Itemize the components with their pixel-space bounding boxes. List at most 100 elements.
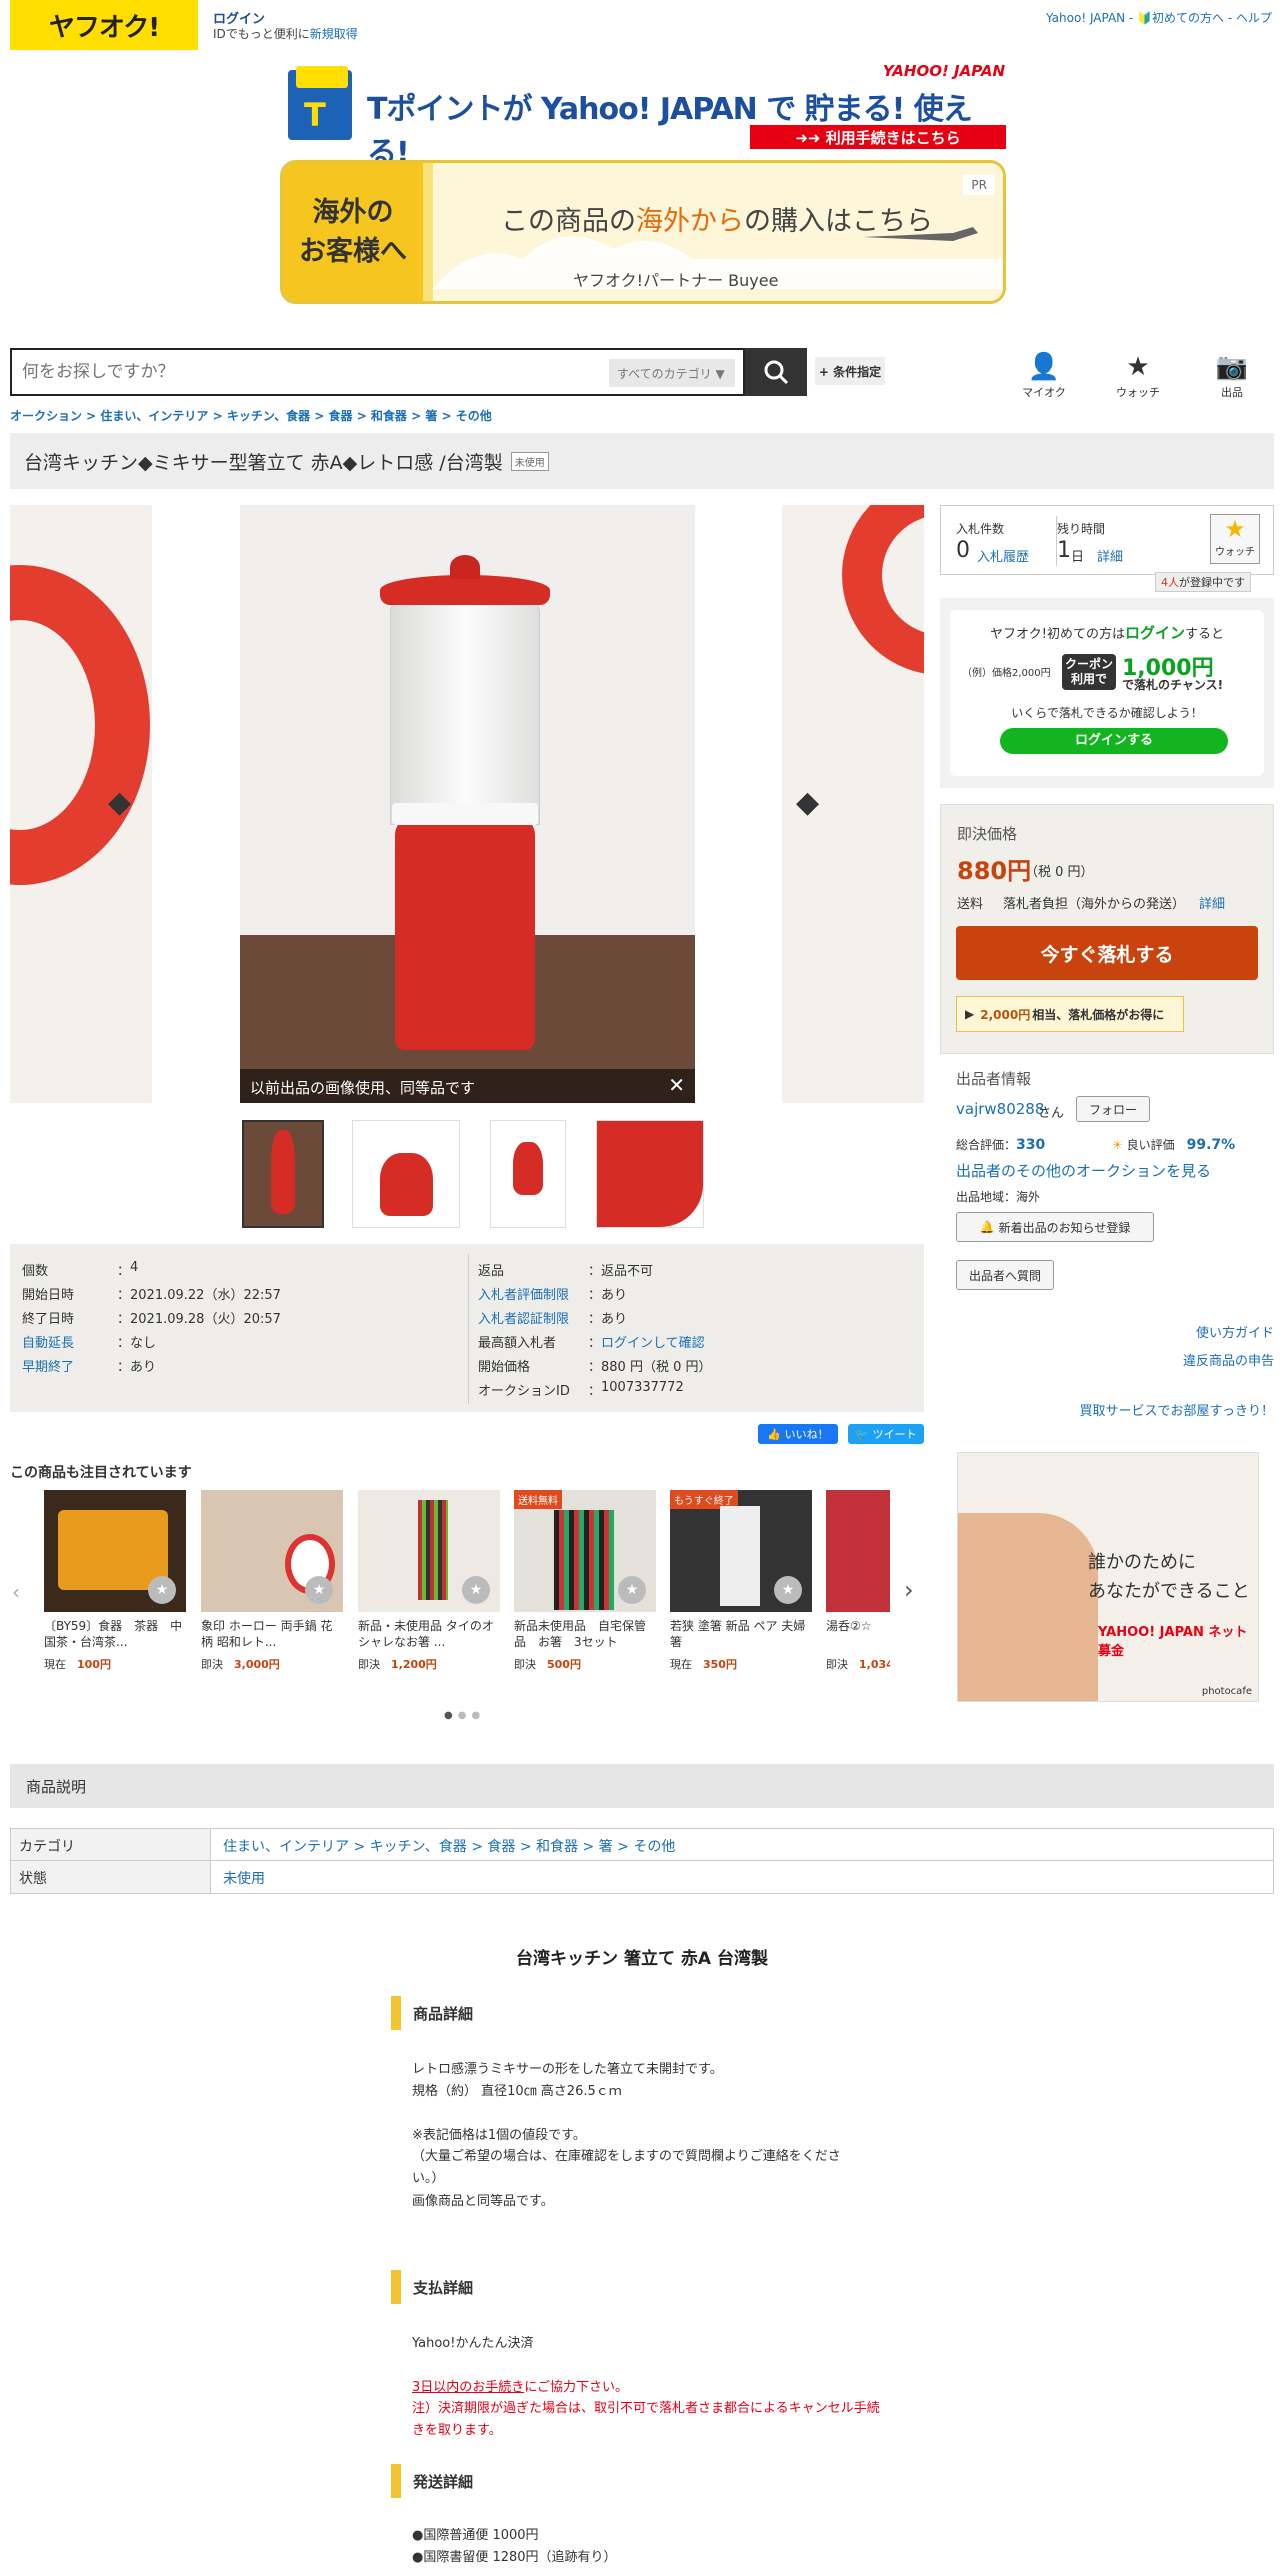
condition-badge: 未使用 [510, 451, 549, 471]
overseas-headline: この商品の海外からの購入はこちら [501, 199, 933, 238]
category-row: カテゴリ 住まい、インテリア > キッチン、食器 > 食器 > 和食器 > 箸 >… [11, 1829, 1273, 1861]
report-link[interactable]: 違反商品の申告 [1183, 1350, 1274, 1369]
overseas-banner[interactable]: この商品の海外からの購入はこちら ヤフオク!パートナー Buyee PR 海外の… [280, 160, 1006, 304]
item-title-bar: 台湾キッチン◆ミキサー型箸立て 赤A◆レトロ感 /台湾製 未使用 [10, 433, 1274, 489]
early-end-link[interactable]: 早期終了 [22, 1356, 117, 1380]
myauction-label: マイオク [1022, 386, 1066, 399]
state-value-link[interactable]: 未使用 [211, 1861, 277, 1893]
breadcrumb[interactable]: オークション > 住まい、インテリア > キッチン、食器 > 食器 > 和食器 … [10, 407, 492, 424]
recommend-item[interactable]: ★ 象印 ホーロー 両手鍋 花柄 昭和レト... 即決 3,000円 [201, 1490, 343, 1672]
star-icon[interactable]: ★ [305, 1576, 333, 1604]
watch-button[interactable]: ★ ウォッチ [1210, 514, 1260, 564]
ask-seller-button[interactable]: 出品者へ質問 [956, 1260, 1054, 1290]
overseas-partner: ヤフオク!パートナー Buyee [573, 271, 779, 290]
info-colon: ： [117, 1360, 131, 1375]
search-box: すべてのカテゴリ ▼ [10, 348, 745, 396]
info-colon: ： [588, 1384, 602, 1399]
guide-link[interactable]: 使い方ガイド [1196, 1322, 1274, 1341]
bid-history-link[interactable]: 入札履歴 [977, 546, 1029, 565]
seller-region: 出品地域：海外 [956, 1190, 1041, 1204]
desc-line: 規格（約） 直径10㎝ 高さ26.5ｃｍ [412, 2084, 622, 2099]
good-rating: ☀ 良い評価 99.7% [1112, 1136, 1235, 1153]
thumbnail-3[interactable] [490, 1120, 566, 1228]
play-icon: ▶ [965, 1007, 975, 1021]
category-value-link[interactable]: 住まい、インテリア > キッチン、食器 > 食器 > 和食器 > 箸 > その他 [211, 1829, 687, 1860]
watch-nav-button[interactable]: ★ ウォッチ [1106, 352, 1170, 400]
recommend-item[interactable]: ★ 〔BY59〕食器 茶器 中国茶・台湾茶... 現在 100円 [44, 1490, 186, 1672]
seller-name-link[interactable]: vajrw80288 [956, 1100, 1044, 1118]
tpoint-banner[interactable]: T YAHOO! JAPAN Tポイントが Yahoo! JAPAN で 貯まる… [285, 60, 1007, 171]
carousel-dots[interactable]: ●●● [444, 1710, 485, 1721]
info-label: 開始日時 [22, 1288, 75, 1303]
condition-button[interactable]: + 条件指定 [815, 357, 885, 385]
seller-heading: 出品者情報 [956, 1070, 1032, 1088]
star-icon[interactable]: ★ [618, 1576, 646, 1604]
info-colon: ： [117, 1288, 131, 1303]
desc-line-red: 3日以内のお手続きにご協力下さい。 [412, 2376, 628, 2395]
bonus-badge[interactable]: ▶ 2,000円 相当、落札価格がお得に [956, 996, 1184, 1032]
tweet-button[interactable]: 🐦 ツイート [848, 1424, 924, 1444]
buynow-button[interactable]: 今すぐ落札する [956, 926, 1258, 980]
login-to-check-link[interactable]: ログインして確認 [601, 1332, 705, 1356]
star-icon[interactable]: ★ [774, 1576, 802, 1604]
thumbnail-4[interactable] [596, 1120, 704, 1228]
signup-link[interactable]: 新規取得 [310, 27, 358, 41]
seller-rating: 総合評価：330 [956, 1136, 1045, 1153]
watch-count: 4人が登録中です [1155, 572, 1251, 592]
info-value: なし [130, 1336, 157, 1351]
time-detail-link[interactable]: 詳細 [1097, 546, 1123, 565]
desc-red-text: にご協力下さい。 [524, 2380, 629, 2395]
rating-value[interactable]: 330 [1016, 1137, 1045, 1153]
price-kind: 即決 [826, 1658, 848, 1671]
sell-button[interactable]: 📷 出品 [1200, 352, 1264, 400]
desc-line: （大量ご希望の場合は、在庫確認をしますので質問欄よりご連絡をください。） [412, 2149, 841, 2186]
thumbnail-2[interactable] [352, 1120, 460, 1228]
desc-line: 画像商品と同等品です。 [412, 2194, 554, 2209]
site-logo[interactable]: ヤフオク! [10, 0, 198, 50]
recommend-item[interactable]: もうすぐ終了 ★ 若狭 塗箸 新品 ペア 夫婦箸 現在 350円 [670, 1490, 812, 1672]
ad-credit: photocafe [1201, 1686, 1252, 1697]
info-row: 最高額入札者 ：ログインして確認 [478, 1332, 705, 1356]
close-icon[interactable]: ✕ [668, 1073, 685, 1097]
info-colon: ： [117, 1264, 131, 1279]
user-icon: 👤 [1027, 352, 1061, 382]
recommend-item[interactable]: 送料無料 ★ 新品未使用品 自宅保管品 お箸 3セット 即決 500円 [514, 1490, 656, 1672]
bidder-rating-limit-link[interactable]: 入札者評価制限 [478, 1284, 588, 1308]
buyback-link[interactable]: 買取サービスでお部屋すっきり！ [1080, 1400, 1274, 1419]
recommend-item-name: 新品・未使用品 タイのオシャレなお箸 ... [358, 1619, 494, 1649]
section-heading-shipping: 発送詳細 [391, 2464, 473, 2498]
buynow-tax: （税 0 円） [1025, 865, 1094, 880]
myauction-button[interactable]: 👤 マイオク [1012, 352, 1076, 400]
promo-line1-em: ログイン [1124, 624, 1185, 642]
top-links[interactable]: Yahoo! JAPAN - 🔰初めての方へ - ヘルプ [1046, 9, 1272, 26]
info-row: 早期終了：あり [22, 1356, 156, 1380]
recommend-item[interactable]: 湯呑②☆ 即決 1,034円 [826, 1490, 890, 1672]
prev-arrow-icon[interactable]: ◆ [108, 785, 131, 820]
category-select[interactable]: すべてのカテゴリ ▼ [609, 359, 735, 387]
tpoint-cta[interactable]: ➜➜ 利用手続きはこちら [750, 125, 1006, 149]
thumbnail-1[interactable] [242, 1120, 324, 1228]
search-button[interactable] [745, 348, 807, 396]
time-label: 残り時間 [1057, 522, 1106, 536]
star-icon[interactable]: ★ [148, 1576, 176, 1604]
carousel-prev-icon[interactable]: ‹ [12, 1580, 20, 1604]
star-icon[interactable]: ★ [462, 1576, 490, 1604]
seller-san: さん [1038, 1106, 1065, 1121]
promo-line1-post: すると [1184, 627, 1224, 642]
like-button[interactable]: 👍 いいね！ [758, 1424, 838, 1444]
bidder-auth-limit-link[interactable]: 入札者認証制限 [478, 1308, 588, 1332]
main-item-image[interactable]: 以前出品の画像使用、同等品です ✕ [240, 505, 695, 1103]
carousel-next-icon[interactable]: › [904, 1576, 914, 1604]
promo-login-button[interactable]: ログインする [1000, 728, 1228, 754]
shipping-detail-link[interactable]: 詳細 [1199, 893, 1225, 912]
new-listing-notify-button[interactable]: 🔔 新着出品のお知らせ登録 [956, 1212, 1154, 1242]
next-arrow-icon[interactable]: ◆ [796, 785, 819, 820]
price-value: 500円 [547, 1658, 581, 1671]
ad-banner[interactable]: 誰かのために あなたができること YAHOO! JAPAN ネット募金 phot… [957, 1452, 1259, 1702]
hands-image [958, 1513, 1098, 1701]
recommend-item[interactable]: ★ 新品・未使用品 タイのオシャレなお箸 ... 即決 1,200円 [358, 1490, 500, 1672]
follow-button[interactable]: フォロー [1076, 1096, 1150, 1122]
search-input[interactable] [12, 350, 602, 394]
auto-extend-link[interactable]: 自動延長 [22, 1332, 117, 1356]
seller-other-auctions-link[interactable]: 出品者のその他のオークションを見る [956, 1160, 1211, 1181]
